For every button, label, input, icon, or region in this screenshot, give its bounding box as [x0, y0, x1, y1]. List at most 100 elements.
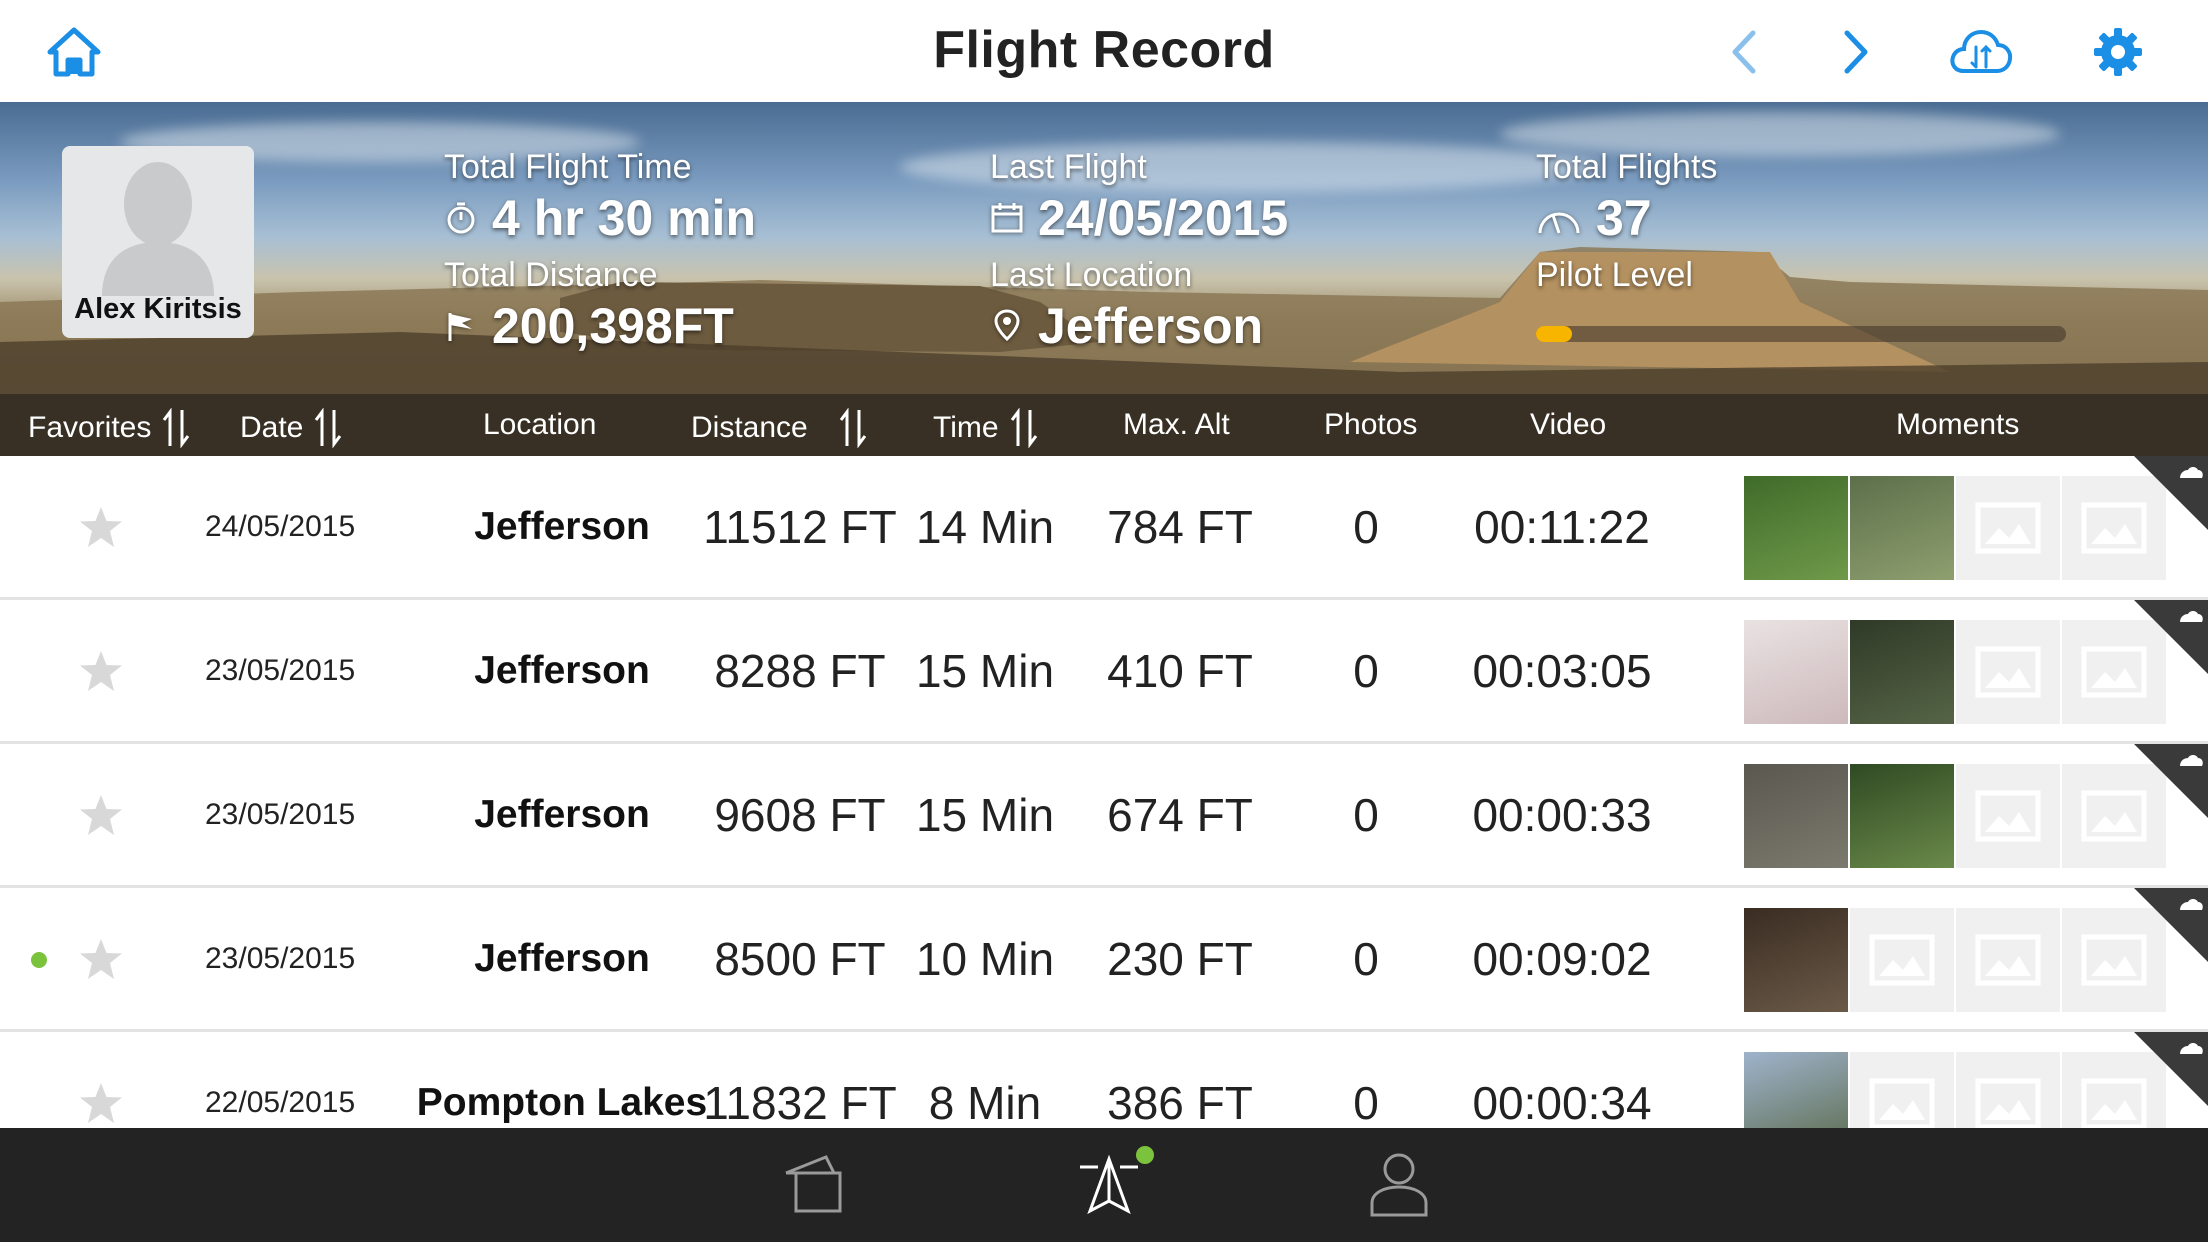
- favorite-star-icon[interactable]: [78, 456, 124, 597]
- table-row[interactable]: 24/05/2015 Jefferson 11512 FT 14 Min 784 FT 0…: [0, 456, 2208, 600]
- row-location: Jefferson: [474, 792, 650, 836]
- row-date: 22/05/2015: [205, 1085, 356, 1119]
- stat-label: Pilot Level: [1536, 256, 1693, 294]
- flight-record-list: 24/05/2015 Jefferson 11512 FT 14 Min 784 FT 0…: [0, 456, 2208, 1128]
- moment-thumbnail[interactable]: [1850, 620, 1954, 724]
- moment-placeholder[interactable]: [1956, 620, 2060, 724]
- column-favorites[interactable]: Favorites: [28, 408, 191, 448]
- column-label: Moments: [1896, 408, 2020, 441]
- column-date[interactable]: Date: [240, 408, 343, 448]
- new-flight-indicator: [31, 952, 47, 968]
- notification-dot: [1136, 1146, 1154, 1164]
- moment-thumbnail[interactable]: [1850, 476, 1954, 580]
- stat-last-location: Last Location Jefferson: [990, 256, 1263, 355]
- stat-value: Jefferson: [1038, 298, 1264, 354]
- image-placeholder-icon: [1975, 1078, 2041, 1128]
- row-time: 15 Min: [915, 788, 1055, 841]
- row-date: 23/05/2015: [205, 797, 356, 831]
- tab-profile[interactable]: [1354, 1144, 1444, 1224]
- cloud-upload-corner-icon[interactable]: [2134, 888, 2208, 962]
- row-photos: 0: [1353, 932, 1379, 985]
- row-max-alt: 386 FT: [1107, 1076, 1253, 1129]
- pilot-avatar-card[interactable]: Alex Kiritsis: [62, 146, 254, 338]
- stat-last-flight: Last Flight 24/05/2015: [990, 148, 1288, 247]
- stat-value: 37: [1596, 190, 1652, 246]
- cloud-sync-icon[interactable]: [1946, 22, 2016, 82]
- moment-placeholder[interactable]: [1956, 476, 2060, 580]
- column-time[interactable]: Time: [933, 408, 1039, 448]
- sort-icon: [839, 408, 866, 448]
- row-video-duration: 00:09:02: [1472, 932, 1652, 985]
- cloud-upload-corner-icon[interactable]: [2134, 1032, 2208, 1106]
- cloud-upload-corner-icon[interactable]: [2134, 456, 2208, 530]
- table-row[interactable]: 23/05/2015 Jefferson 8288 FT 15 Min 410 FT 0 0…: [0, 600, 2208, 744]
- pilot-level-fill: [1536, 326, 1572, 342]
- cloud-upload-corner-icon[interactable]: [2134, 600, 2208, 674]
- column-label: Max. Alt: [1123, 408, 1230, 441]
- column-headers: Favorites Date Location Distance Time Ma…: [0, 394, 2208, 456]
- row-photos: 0: [1353, 644, 1379, 697]
- row-max-alt: 674 FT: [1107, 788, 1253, 841]
- pilot-summary-banner: Alex Kiritsis Total Flight Time 4 hr 30 …: [0, 102, 2208, 456]
- moment-placeholder[interactable]: [1850, 908, 1954, 1012]
- location-pin-icon: [994, 309, 1020, 342]
- row-location: Jefferson: [474, 936, 650, 980]
- column-max-alt[interactable]: Max. Alt: [1123, 408, 1230, 442]
- drone-icon: [1080, 1154, 1138, 1215]
- stat-pilot-level: Pilot Level: [1536, 256, 1693, 295]
- column-label: Location: [483, 408, 597, 441]
- column-label: Distance: [691, 411, 808, 444]
- stat-total-distance: Total Distance 200,398FT: [444, 256, 734, 355]
- row-video-duration: 00:00:34: [1472, 1076, 1652, 1129]
- row-location: Jefferson: [474, 504, 650, 548]
- stat-value: 200,398FT: [492, 298, 734, 354]
- table-row[interactable]: 23/05/2015 Jefferson 9608 FT 15 Min 674 FT 0 0…: [0, 744, 2208, 888]
- moment-thumbnail[interactable]: [1744, 476, 1848, 580]
- image-placeholder-icon: [1975, 790, 2041, 842]
- table-row[interactable]: 22/05/2015 Pompton Lakes 11832 FT 8 Min 386 …: [0, 1032, 2208, 1128]
- column-moments[interactable]: Moments: [1896, 408, 2019, 442]
- moment-thumbnail[interactable]: [1850, 764, 1954, 868]
- favorite-star-icon[interactable]: [78, 888, 124, 1029]
- column-distance[interactable]: Distance: [691, 408, 868, 448]
- favorite-star-icon[interactable]: [78, 600, 124, 741]
- favorite-star-icon[interactable]: [78, 744, 124, 885]
- row-photos: 0: [1353, 1076, 1379, 1129]
- chevron-left-icon[interactable]: [1714, 22, 1774, 82]
- tab-library[interactable]: [770, 1144, 860, 1224]
- stat-value: 4 hr 30 min: [492, 190, 756, 246]
- stopwatch-icon: [447, 202, 475, 234]
- stat-total-flights: Total Flights 37: [1536, 148, 1717, 247]
- chevron-right-icon[interactable]: [1826, 22, 1886, 82]
- row-video-duration: 00:00:33: [1472, 788, 1652, 841]
- row-photos: 0: [1353, 500, 1379, 553]
- moment-placeholder[interactable]: [1956, 1052, 2060, 1128]
- column-label: Photos: [1324, 408, 1418, 441]
- column-location[interactable]: Location: [483, 408, 596, 442]
- column-video[interactable]: Video: [1530, 408, 1606, 442]
- moment-placeholder[interactable]: [1956, 764, 2060, 868]
- moment-placeholder[interactable]: [1956, 908, 2060, 1012]
- stat-label: Total Flights: [1536, 148, 1718, 186]
- row-date: 23/05/2015: [205, 653, 356, 687]
- moment-thumbnail[interactable]: [1744, 1052, 1848, 1128]
- stat-label: Total Distance: [444, 256, 658, 294]
- row-location: Pompton Lakes: [416, 1080, 708, 1124]
- tab-fly[interactable]: [1064, 1144, 1154, 1224]
- moment-placeholder[interactable]: [1850, 1052, 1954, 1128]
- row-max-alt: 230 FT: [1107, 932, 1253, 985]
- gear-icon[interactable]: [2088, 22, 2148, 82]
- stat-total-flight-time: Total Flight Time 4 hr 30 min: [444, 148, 756, 247]
- moment-thumbnail[interactable]: [1744, 908, 1848, 1012]
- column-photos[interactable]: Photos: [1324, 408, 1417, 442]
- row-photos: 0: [1353, 788, 1379, 841]
- row-time: 10 Min: [915, 932, 1055, 985]
- row-time: 8 Min: [928, 1076, 1042, 1129]
- row-distance: 8288 FT: [714, 644, 886, 697]
- table-row[interactable]: 23/05/2015 Jefferson 8500 FT 10 Min 230 FT 0 0…: [0, 888, 2208, 1032]
- favorite-star-icon[interactable]: [78, 1032, 124, 1128]
- moment-thumbnail[interactable]: [1744, 764, 1848, 868]
- moment-thumbnail[interactable]: [1744, 620, 1848, 724]
- row-distance: 9608 FT: [714, 788, 886, 841]
- cloud-upload-corner-icon[interactable]: [2134, 744, 2208, 818]
